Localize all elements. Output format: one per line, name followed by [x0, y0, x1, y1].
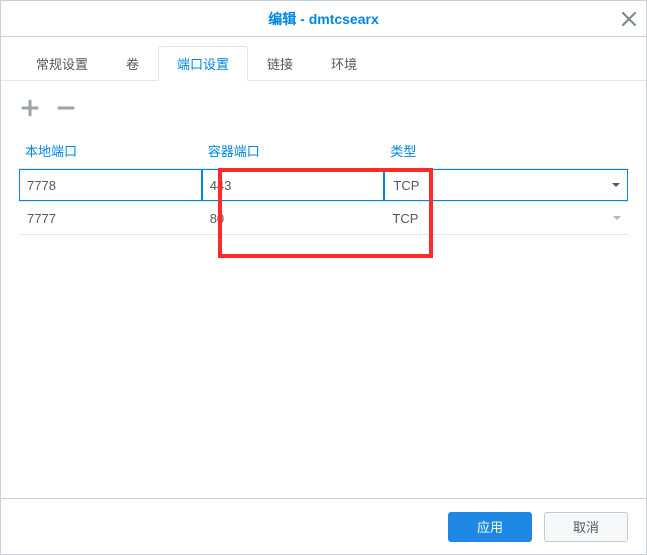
type-select[interactable]: TCP	[384, 169, 628, 201]
remove-button[interactable]	[55, 97, 77, 119]
tab-env[interactable]: 环境	[312, 46, 376, 81]
table-row[interactable]: 7777 80 TCP	[19, 202, 628, 235]
table-row[interactable]: 7778 443 TCP	[19, 169, 628, 202]
dialog-footer: 应用 取消	[1, 498, 646, 554]
type-value: TCP	[392, 211, 418, 226]
tab-links[interactable]: 链接	[248, 46, 312, 81]
add-button[interactable]	[19, 97, 41, 119]
tab-volume[interactable]: 卷	[107, 46, 158, 81]
cancel-button[interactable]: 取消	[544, 512, 628, 542]
tab-port[interactable]: 端口设置	[158, 46, 248, 81]
toolbar	[19, 93, 628, 133]
tab-bar: 常规设置 卷 端口设置 链接 环境	[1, 37, 646, 81]
local-port-input[interactable]: 7778	[19, 169, 202, 201]
dialog-title: 编辑 - dmtcsearx	[268, 9, 378, 29]
dialog-titlebar: 编辑 - dmtcsearx	[1, 1, 646, 37]
type-value: TCP	[393, 178, 419, 193]
edit-dialog: 编辑 - dmtcsearx 常规设置 卷 端口设置 链接 环境 本地端口	[0, 0, 647, 555]
col-type[interactable]: 类型	[384, 133, 628, 169]
container-port-input[interactable]: 443	[202, 169, 385, 201]
content-area: 本地端口 容器端口 类型 7778 443 TCP	[1, 81, 646, 498]
container-port-value[interactable]: 80	[202, 202, 385, 234]
type-select[interactable]: TCP	[384, 202, 628, 234]
port-grid-wrap: 本地端口 容器端口 类型 7778 443 TCP	[19, 133, 628, 235]
chevron-down-icon	[608, 212, 626, 224]
chevron-down-icon	[607, 179, 625, 191]
apply-button[interactable]: 应用	[448, 512, 532, 542]
port-grid: 本地端口 容器端口 类型 7778 443 TCP	[19, 133, 628, 235]
local-port-value[interactable]: 7777	[19, 202, 202, 234]
close-icon[interactable]	[622, 1, 636, 37]
col-local-port[interactable]: 本地端口	[19, 133, 202, 169]
col-container-port[interactable]: 容器端口	[202, 133, 385, 169]
tab-general[interactable]: 常规设置	[17, 46, 107, 81]
